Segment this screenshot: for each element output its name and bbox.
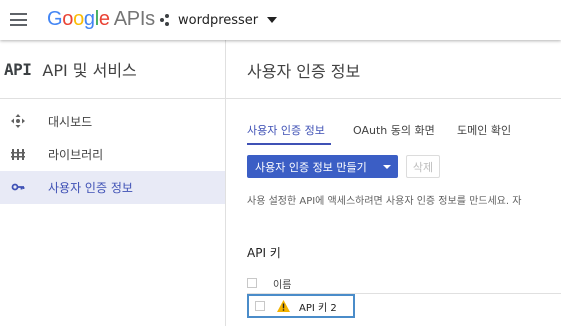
helper-text: 사용 설정한 API에 액세스하려면 사용자 인증 정보를 만드세요. 자 (247, 196, 522, 207)
menu-icon[interactable] (10, 13, 27, 26)
page-title: 사용자 인증 정보 (247, 62, 361, 81)
key-icon (11, 183, 25, 191)
project-selector[interactable]: wordpresser (160, 11, 278, 29)
tab-oauth-consent[interactable]: OAuth 동의 화면 (353, 122, 435, 138)
api-logo-icon: API (4, 59, 32, 79)
top-app-bar: Google APIs wordpresser (0, 0, 561, 40)
sidebar-header: API API 및 서비스 (0, 40, 225, 99)
warning-icon (277, 300, 290, 312)
sidebar-item-label: 라이브러리 (48, 148, 104, 162)
active-tab-indicator (247, 143, 331, 145)
tab-credentials[interactable]: 사용자 인증 정보 (247, 122, 325, 138)
tab-domain-verification[interactable]: 도메인 확인 (457, 122, 511, 138)
select-all-checkbox[interactable] (247, 278, 257, 288)
google-letter: e (98, 8, 110, 30)
column-header-name: 이름 (273, 279, 292, 291)
api-key-name: API 키 2 (299, 302, 337, 314)
sidebar-title: API 및 서비스 (42, 61, 137, 80)
main-content: 사용자 인증 정보 사용자 인증 정보 OAuth 동의 화면 도메인 확인 사… (226, 40, 561, 326)
chevron-down-icon (267, 17, 278, 23)
header-divider (226, 98, 561, 99)
section-title: API 키 (247, 246, 281, 260)
google-apis-logo[interactable]: Google APIs (47, 5, 155, 33)
sidebar-item-dashboard[interactable]: 대시보드 (0, 105, 225, 138)
chevron-down-icon (383, 165, 391, 169)
sidebar-item-library[interactable]: 라이브러리 (0, 138, 225, 171)
delete-button[interactable]: 삭제 (406, 155, 440, 178)
sidebar: API API 및 서비스 대시보드 라이브러리 사용자 인증 정보 (0, 40, 226, 326)
dashboard-icon (11, 114, 25, 128)
sidebar-item-label: 대시보드 (48, 115, 93, 129)
create-credentials-button[interactable]: 사용자 인증 정보 만들기 (247, 155, 398, 178)
project-name: wordpresser (178, 12, 259, 28)
apis-wordmark: APIs (113, 8, 155, 30)
sidebar-item-label: 사용자 인증 정보 (48, 181, 133, 195)
create-credentials-label: 사용자 인증 정보 만들기 (255, 160, 367, 174)
google-letter: o (62, 8, 74, 30)
row-checkbox[interactable] (255, 301, 265, 311)
table-row[interactable]: API 키 2 (247, 294, 355, 318)
google-letter: o (73, 8, 84, 30)
google-wordmark: Google (47, 8, 110, 30)
sidebar-nav: 대시보드 라이브러리 사용자 인증 정보 (0, 105, 225, 204)
google-letter: G (47, 8, 63, 30)
library-icon (11, 149, 25, 160)
sidebar-item-credentials[interactable]: 사용자 인증 정보 (0, 171, 225, 204)
project-icon (160, 14, 172, 26)
google-letter: g (83, 8, 95, 30)
table-header: 이름 (247, 272, 561, 294)
